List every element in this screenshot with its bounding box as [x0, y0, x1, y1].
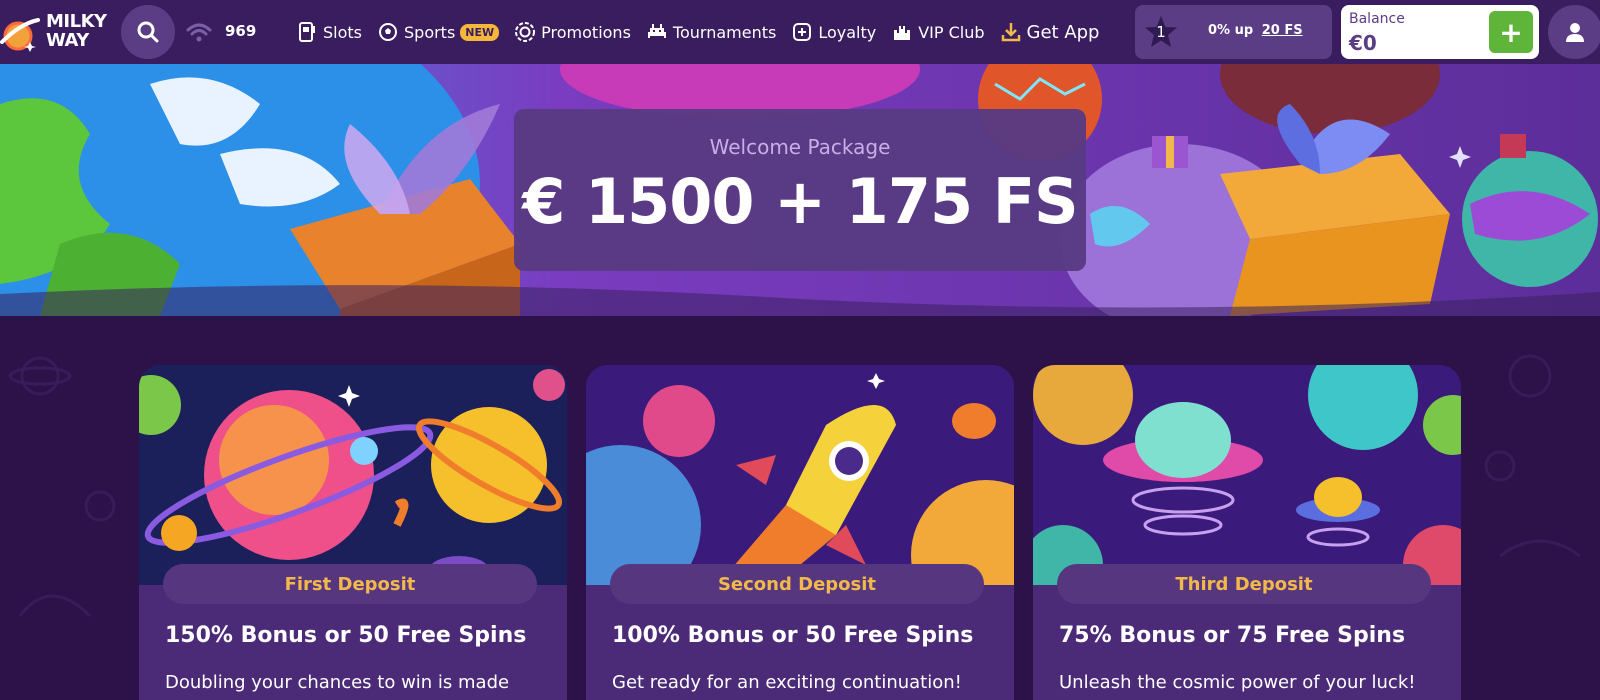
download-icon — [1000, 21, 1022, 43]
logo-planet-icon — [0, 18, 40, 52]
balance-value: €0 — [1349, 31, 1377, 55]
nav-vip-club[interactable]: VIP Club — [891, 0, 985, 64]
deposit-card-third[interactable]: Third Deposit 75% Bonus or 75 Free Spins… — [1033, 365, 1461, 700]
soccer-ball-icon — [377, 21, 399, 43]
gear-badge-icon — [514, 21, 536, 43]
nav-slots[interactable]: Slots — [296, 0, 362, 64]
welcome-amount: € 1500 + 175 FS — [522, 165, 1078, 238]
search-button[interactable] — [121, 5, 175, 59]
top-bar: MILKY WAY 969 Slots Sports NEW Promotion… — [0, 0, 1600, 64]
nav-loyalty[interactable]: Loyalty — [791, 0, 876, 64]
level-progress[interactable]: 1 0% up 20 FS — [1135, 5, 1332, 59]
deposit-button[interactable]: + — [1489, 11, 1533, 53]
deposit-tag: First Deposit — [163, 564, 537, 604]
deposit-card-first[interactable]: First Deposit 150% Bonus or 50 Free Spin… — [139, 365, 567, 700]
level-number: 1 — [1156, 23, 1166, 41]
loyalty-icon — [791, 21, 813, 43]
castle-icon — [891, 21, 913, 43]
balance-widget: Balance €0 + — [1341, 5, 1539, 59]
deposit-bonuses-section: First Deposit 150% Bonus or 50 Free Spin… — [0, 316, 1600, 700]
nav-label: Tournaments — [672, 22, 777, 42]
nav-label: Get App — [1026, 21, 1100, 43]
deposit-tag: Third Deposit — [1057, 564, 1431, 604]
invader-icon — [646, 21, 668, 43]
nav-tournaments[interactable]: Tournaments — [646, 0, 776, 64]
nav-get-app[interactable]: Get App — [1000, 0, 1100, 64]
bonus-description: Unleash the cosmic power of your luck! — [1059, 672, 1416, 693]
new-badge: NEW — [460, 23, 500, 41]
nav-label: VIP Club — [918, 22, 985, 42]
level-progress-text: 0% up 20 FS — [1208, 23, 1303, 38]
planets-illustration — [139, 365, 567, 585]
user-icon — [1566, 23, 1584, 42]
nav-sports[interactable]: Sports NEW — [377, 0, 500, 64]
nav-label: Promotions — [541, 22, 631, 42]
online-count: 969 — [225, 22, 257, 40]
main-nav: Slots Sports NEW Promotions Tournaments — [296, 0, 1114, 64]
ufo-illustration — [1033, 365, 1461, 585]
level-reward[interactable]: 20 FS — [1262, 23, 1303, 38]
bonus-description: Get ready for an exciting continuation! — [612, 672, 962, 693]
deposit-card-second[interactable]: Second Deposit 100% Bonus or 50 Free Spi… — [586, 365, 1014, 700]
brand-name: MILKY WAY — [46, 11, 107, 51]
deposit-tag: Second Deposit — [610, 564, 984, 604]
search-icon — [137, 21, 159, 43]
bonus-title: 100% Bonus or 50 Free Spins — [612, 623, 974, 648]
rocket-illustration — [586, 365, 1014, 585]
nav-promotions[interactable]: Promotions — [514, 0, 631, 64]
welcome-package-card: Welcome Package € 1500 + 175 FS — [514, 109, 1086, 271]
profile-button[interactable] — [1548, 5, 1600, 59]
wifi-icon — [186, 23, 212, 42]
brand-logo[interactable]: MILKY WAY — [0, 6, 118, 58]
welcome-subtitle: Welcome Package — [709, 135, 891, 159]
bonus-description: Doubling your chances to win is made — [165, 672, 510, 693]
welcome-banner[interactable]: Welcome Package € 1500 + 175 FS — [0, 64, 1600, 316]
bonus-title: 150% Bonus or 50 Free Spins — [165, 623, 527, 648]
nav-label: Slots — [323, 22, 362, 42]
nav-label: Sports — [404, 22, 456, 42]
bonus-title: 75% Bonus or 75 Free Spins — [1059, 623, 1406, 648]
nav-label: Loyalty — [818, 22, 877, 42]
balance-label: Balance — [1349, 11, 1405, 27]
slot-machine-icon — [296, 21, 318, 43]
level-percent: 0% up — [1208, 23, 1254, 38]
